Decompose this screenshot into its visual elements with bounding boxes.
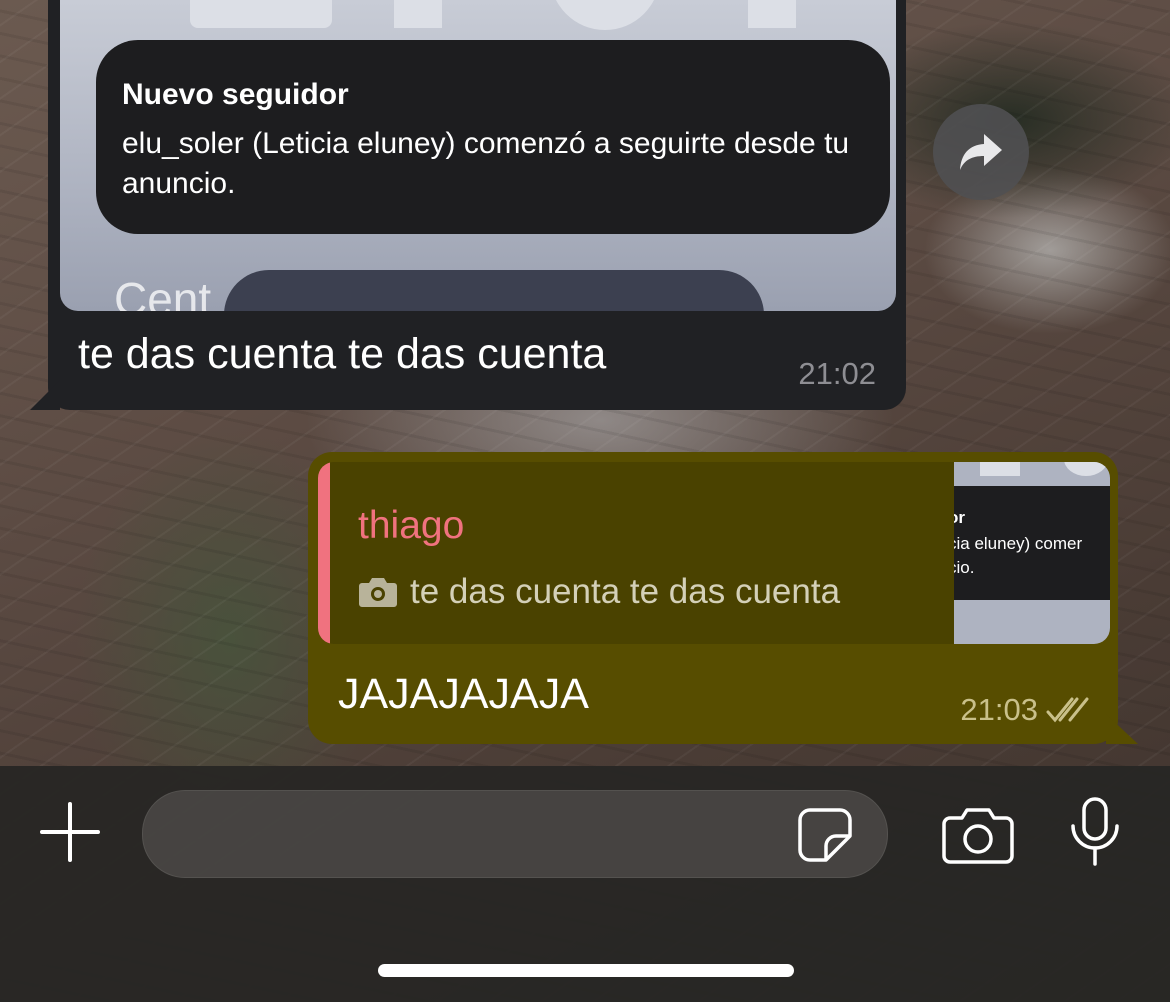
camera-button[interactable] bbox=[942, 806, 1014, 864]
notification-title: Nuevo seguidor bbox=[122, 78, 349, 111]
attach-button[interactable] bbox=[38, 800, 102, 864]
microphone-icon bbox=[1071, 797, 1119, 866]
reply-quote[interactable]: thiago te das cuenta te das cuenta or ci… bbox=[318, 462, 1110, 644]
message-image[interactable]: Nuevo seguidor elu_soler (Leticia eluney… bbox=[60, 0, 896, 311]
image-background-text: Cent bbox=[114, 273, 212, 311]
image-dark-pill bbox=[224, 270, 764, 311]
forward-button[interactable] bbox=[933, 104, 1029, 200]
image-shape bbox=[550, 0, 660, 30]
reply-sender: thiago bbox=[358, 504, 465, 547]
camera-icon bbox=[359, 578, 397, 607]
notification-body: elu_soler (Leticia eluney) comenzó a seg… bbox=[122, 127, 850, 200]
mini-notification: or cia eluney) comer cio. bbox=[954, 486, 1110, 600]
reply-text-row: te das cuenta te das cuenta bbox=[358, 572, 840, 612]
reply-thumbnail: or cia eluney) comer cio. bbox=[954, 462, 1110, 644]
image-shape bbox=[980, 462, 1020, 476]
message-input[interactable] bbox=[142, 790, 888, 878]
image-shape bbox=[394, 0, 442, 28]
thumb-text: cio. bbox=[954, 558, 975, 577]
plus-icon bbox=[40, 802, 100, 862]
reply-accent-bar bbox=[318, 462, 330, 644]
thumb-text: or bbox=[954, 508, 965, 527]
microphone-button[interactable] bbox=[1068, 796, 1122, 868]
sticker-button[interactable] bbox=[796, 806, 854, 864]
message-text: te das cuenta te das cuenta bbox=[78, 330, 607, 378]
forward-arrow-icon bbox=[960, 134, 1002, 170]
message-text: JAJAJAJAJA bbox=[338, 670, 589, 718]
home-indicator[interactable] bbox=[378, 964, 794, 977]
outgoing-message-bubble[interactable]: thiago te das cuenta te das cuenta or ci… bbox=[308, 452, 1138, 744]
sticker-icon bbox=[798, 808, 852, 862]
image-shape bbox=[748, 0, 796, 28]
message-meta: 21:03 bbox=[960, 692, 1092, 728]
message-time: 21:03 bbox=[960, 692, 1038, 727]
image-shape bbox=[190, 0, 332, 28]
image-shape bbox=[1064, 462, 1108, 476]
double-check-icon bbox=[1046, 697, 1089, 723]
notification-card: Nuevo seguidor elu_soler (Leticia eluney… bbox=[96, 40, 890, 234]
reply-text: te das cuenta te das cuenta bbox=[410, 572, 841, 611]
message-time: 21:02 bbox=[798, 356, 876, 391]
thumb-text: cia eluney) comer bbox=[954, 534, 1083, 553]
incoming-message-bubble[interactable]: Nuevo seguidor elu_soler (Leticia eluney… bbox=[30, 0, 906, 410]
camera-icon bbox=[942, 808, 1014, 864]
